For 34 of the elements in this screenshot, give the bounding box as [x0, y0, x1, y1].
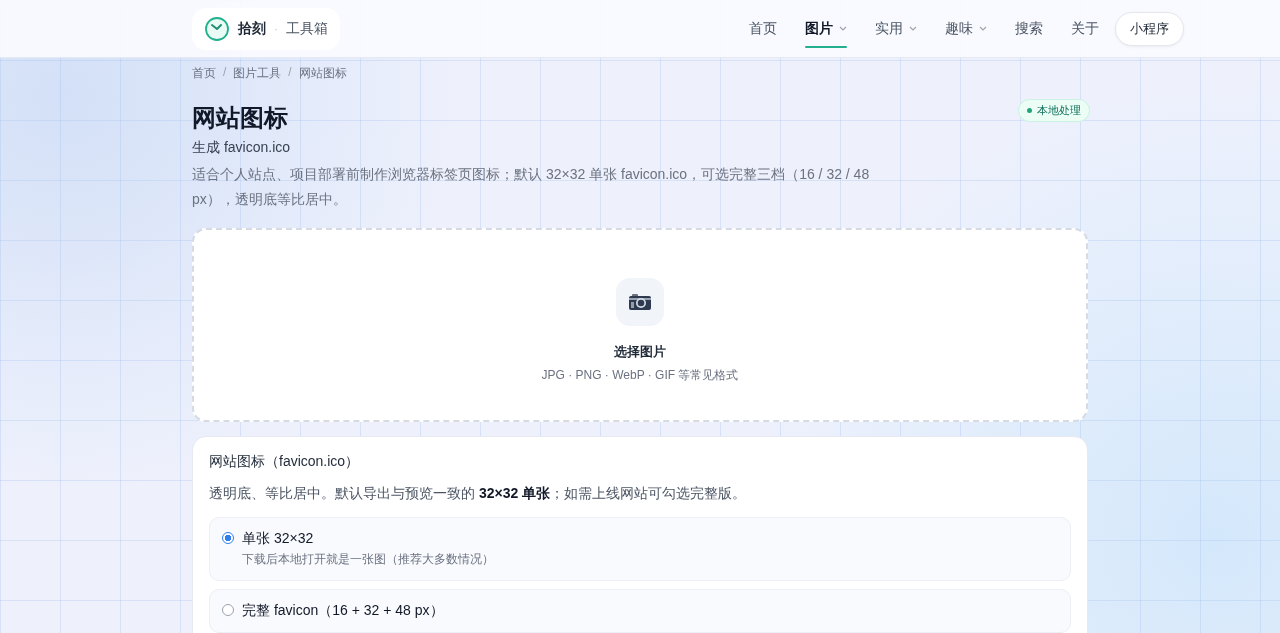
nav-tab[interactable]: 首页: [749, 0, 777, 57]
card-description: 透明底、等比居中。默认导出与预览一致的 32×32 单张；如需上线网站可勾选完整版。: [209, 485, 748, 503]
nav-tab[interactable]: 关于: [1071, 0, 1099, 57]
page-subtitle: 生成 favicon.ico: [192, 139, 292, 157]
mini-program-button[interactable]: 小程序: [1115, 11, 1184, 46]
option-note: 下载后本地打开就是一张图（推荐大多数情况）: [242, 551, 494, 568]
brand-name: 拾刻: [238, 19, 266, 38]
nav-tab[interactable]: 搜索: [1015, 0, 1043, 57]
nav-tab[interactable]: 图片: [805, 0, 847, 57]
breadcrumb-link[interactable]: 网站图标: [298, 65, 347, 85]
page-description: 适合个人站点、项目部署前制作浏览器标签页图标；默认 32×32 单张 favicon.ico，可选完整三档（16 / 32 / 48 px），透明底等比居中。: [192, 165, 871, 209]
option-title: 完整 favicon（16 + 32 + 48 px）: [242, 602, 444, 620]
radio-button[interactable]: [222, 532, 234, 544]
option-card[interactable]: 单张 32×32 下载后本地打开就是一张图（推荐大多数情况）: [209, 517, 1071, 581]
upload-area[interactable]: 选择图片 JPG · PNG · WebP · GIF 等常见格式: [192, 228, 1088, 422]
breadcrumb-separator: /: [288, 65, 292, 81]
option-title: 单张 32×32: [242, 530, 315, 548]
brand-product: 工具箱: [286, 19, 328, 38]
supported-formats: JPG · PNG · WebP · GIF 等常见格式: [541, 367, 739, 384]
breadcrumb-link[interactable]: 首页: [192, 65, 216, 85]
breadcrumb-separator: /: [223, 65, 227, 81]
page-title: 网站图标: [192, 103, 288, 133]
clock-icon: [204, 15, 230, 42]
nav-tab[interactable]: 实用: [875, 0, 917, 57]
radio-button[interactable]: [222, 604, 234, 616]
camera-icon: [616, 278, 664, 326]
upload-label: 选择图片: [614, 343, 666, 361]
status-badge: 本地处理: [1018, 99, 1090, 122]
card-title: 网站图标（favicon.ico）: [209, 453, 361, 471]
brand-separator: ·: [274, 21, 278, 36]
nav-tab[interactable]: 趣味: [945, 0, 987, 57]
option-card[interactable]: 完整 favicon（16 + 32 + 48 px）: [209, 589, 1071, 633]
breadcrumb-link[interactable]: 图片工具: [233, 65, 282, 85]
logo-badge[interactable]: 拾刻 · 工具箱: [192, 7, 340, 50]
